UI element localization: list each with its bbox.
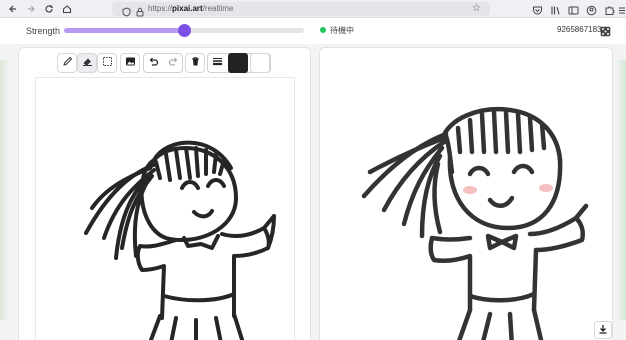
url-domain: pixai.art: [172, 4, 203, 13]
image-tool[interactable]: [120, 53, 140, 73]
back-icon[interactable]: [6, 2, 20, 16]
redo-button[interactable]: [163, 53, 183, 73]
strength-slider[interactable]: [64, 24, 304, 37]
pencil-tool[interactable]: [57, 53, 77, 73]
lines-icon: [212, 54, 223, 72]
reload-icon[interactable]: [42, 2, 56, 16]
image-icon: [125, 54, 136, 72]
dice-icon[interactable]: [600, 24, 611, 42]
strength-slider-thumb[interactable]: [178, 24, 191, 37]
home-icon[interactable]: [60, 2, 74, 16]
generated-image: [361, 107, 589, 340]
drawing-panel: [18, 47, 311, 340]
browser-toolbar: https://pixai.art/realtime ☆: [0, 0, 626, 18]
pencil-icon: [62, 54, 73, 72]
eraser-tool[interactable]: [77, 53, 97, 73]
status-dot: [320, 27, 326, 33]
color-swatch-black[interactable]: [228, 53, 248, 73]
dashed-select-icon: [102, 54, 113, 72]
sketch-drawing: [84, 140, 276, 340]
stroke-width-button[interactable]: [207, 53, 227, 73]
undo-icon: [148, 54, 159, 72]
download-button[interactable]: [594, 321, 612, 339]
url-prefix: https://: [148, 4, 173, 13]
status-text: 待機中: [330, 26, 354, 35]
right-edge-glow: [616, 60, 626, 320]
left-edge-glow: [0, 60, 10, 320]
forward-icon[interactable]: [24, 2, 38, 16]
download-icon: [598, 321, 608, 339]
delete-button[interactable]: [185, 53, 205, 73]
bookmark-star-icon[interactable]: ☆: [472, 3, 481, 14]
url-path: /realtime: [202, 4, 234, 13]
drawing-canvas[interactable]: [35, 77, 295, 340]
eraser-icon: [82, 54, 93, 72]
url-text[interactable]: https://pixai.art/realtime: [148, 3, 233, 15]
select-tool[interactable]: [97, 53, 117, 73]
strength-slider-fill: [64, 28, 184, 33]
undo-button[interactable]: [143, 53, 163, 73]
output-panel: [319, 47, 613, 340]
redo-icon: [168, 54, 179, 72]
seed-value[interactable]: 9265867183: [557, 25, 602, 34]
strength-label: Strength: [26, 26, 61, 36]
color-swatch-white[interactable]: [250, 53, 270, 73]
trash-icon: [190, 54, 201, 72]
